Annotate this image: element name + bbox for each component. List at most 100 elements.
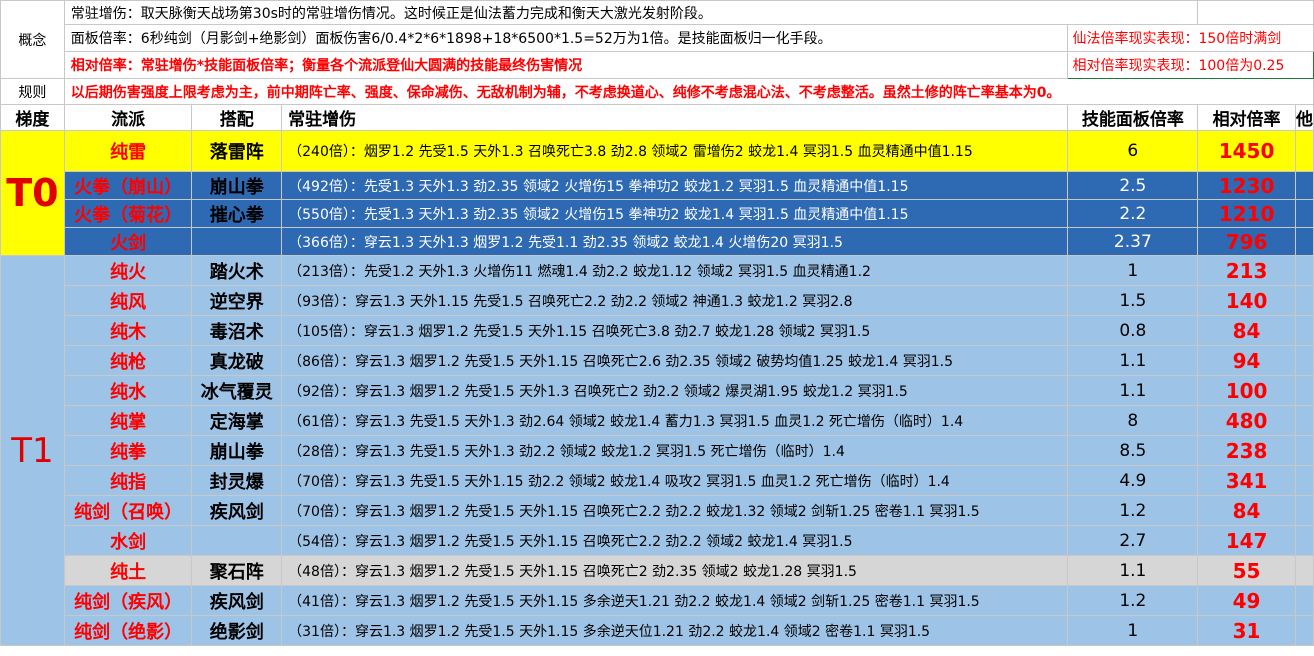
combo-cell[interactable]: 真龙破 bbox=[191, 345, 283, 376]
tier-t0[interactable]: T0 bbox=[0, 130, 65, 256]
skill-ratio-cell[interactable]: 1.1 bbox=[1067, 555, 1199, 586]
header-extra[interactable]: 他 bbox=[1294, 104, 1314, 131]
sect-cell[interactable]: 纯木 bbox=[63, 315, 193, 346]
relative-ratio-cell[interactable]: 140 bbox=[1197, 285, 1296, 316]
buff-cell[interactable]: （213倍）：先受1.2 天外1.3 火增伤11 燃魂1.4 劲2.2 蛟龙1.… bbox=[281, 255, 1069, 286]
extra-cell[interactable] bbox=[1294, 585, 1314, 616]
skill-ratio-cell[interactable]: 8 bbox=[1067, 405, 1199, 436]
combo-cell[interactable]: 落雷阵 bbox=[191, 130, 283, 172]
buff-cell[interactable]: （31倍）：穿云1.3 烟罗1.2 先受1.5 天外1.15 多余逆天位1.21… bbox=[281, 615, 1069, 646]
sect-cell[interactable]: 纯雷 bbox=[63, 130, 193, 172]
extra-cell[interactable] bbox=[1294, 199, 1314, 228]
buff-cell[interactable]: （28倍）：穿云1.3 先受1.5 天外1.3 劲2.2 领域2 蛟龙1.2 冥… bbox=[281, 435, 1069, 466]
extra-cell[interactable] bbox=[1294, 525, 1314, 556]
skill-ratio-cell[interactable]: 0.8 bbox=[1067, 315, 1199, 346]
relative-ratio-cell[interactable]: 100 bbox=[1197, 375, 1296, 406]
extra-cell[interactable] bbox=[1294, 555, 1314, 586]
combo-cell[interactable]: 摧心拳 bbox=[191, 199, 283, 228]
concept-line-2[interactable]: 面板倍率：6秒纯剑（月影剑+绝影剑）面板伤害6/0.4*2*6*1898+18*… bbox=[63, 24, 1069, 52]
note-relative-ratio[interactable]: 相对倍率现实表现：100倍为0.25 bbox=[1067, 51, 1314, 79]
header-sect[interactable]: 流派 bbox=[63, 104, 193, 131]
concept-line-3[interactable]: 相对倍率：常驻增伤*技能面板倍率；衡量各个流派登仙大圆满的技能最终伤害情况 bbox=[63, 51, 1069, 79]
buff-cell[interactable]: （86倍）：穿云1.3 烟罗1.2 先受1.5 天外1.15 召唤死亡2.6 劲… bbox=[281, 345, 1069, 376]
extra-cell[interactable] bbox=[1294, 315, 1314, 346]
combo-cell[interactable]: 踏火术 bbox=[191, 255, 283, 286]
extra-cell[interactable] bbox=[1294, 171, 1314, 200]
relative-ratio-cell[interactable]: 55 bbox=[1197, 555, 1296, 586]
sect-cell[interactable]: 纯剑（绝影） bbox=[63, 615, 193, 646]
sect-cell[interactable]: 纯火 bbox=[63, 255, 193, 286]
buff-cell[interactable]: （70倍）：穿云1.3 烟罗1.2 先受1.5 天外1.15 召唤死亡2.2 劲… bbox=[281, 495, 1069, 526]
extra-cell[interactable] bbox=[1294, 465, 1314, 496]
skill-ratio-cell[interactable]: 1.1 bbox=[1067, 345, 1199, 376]
combo-cell[interactable]: 崩山拳 bbox=[191, 435, 283, 466]
extra-cell[interactable] bbox=[1294, 227, 1314, 256]
skill-ratio-cell[interactable]: 1.2 bbox=[1067, 495, 1199, 526]
extra-cell[interactable] bbox=[1294, 375, 1314, 406]
extra-cell[interactable] bbox=[1294, 285, 1314, 316]
combo-cell[interactable]: 绝影剑 bbox=[191, 615, 283, 646]
skill-ratio-cell[interactable]: 2.5 bbox=[1067, 171, 1199, 200]
combo-cell[interactable]: 定海掌 bbox=[191, 405, 283, 436]
sect-cell[interactable]: 纯剑（疾风） bbox=[63, 585, 193, 616]
blank-cell[interactable] bbox=[1197, 0, 1314, 25]
buff-cell[interactable]: （41倍）：穿云1.3 烟罗1.2 先受1.5 天外1.15 多余逆天1.21 … bbox=[281, 585, 1069, 616]
combo-cell[interactable]: 疾风剑 bbox=[191, 495, 283, 526]
skill-ratio-cell[interactable]: 6 bbox=[1067, 130, 1199, 172]
buff-cell[interactable]: （93倍）：穿云1.3 天外1.15 先受1.5 召唤死亡2.2 劲2.2 领域… bbox=[281, 285, 1069, 316]
extra-cell[interactable] bbox=[1294, 255, 1314, 286]
note-immortal-ratio[interactable]: 仙法倍率现实表现：150倍时满剑 bbox=[1067, 24, 1314, 52]
skill-ratio-cell[interactable]: 1 bbox=[1067, 615, 1199, 646]
buff-cell[interactable]: （240倍）：烟罗1.2 先受1.5 天外1.3 召唤死亡3.8 劲2.8 领域… bbox=[281, 130, 1069, 172]
skill-ratio-cell[interactable]: 1.5 bbox=[1067, 285, 1199, 316]
sect-cell[interactable]: 火拳（菊花） bbox=[63, 199, 193, 228]
header-skill[interactable]: 技能面板倍率 bbox=[1067, 104, 1199, 131]
extra-cell[interactable] bbox=[1294, 495, 1314, 526]
relative-ratio-cell[interactable]: 480 bbox=[1197, 405, 1296, 436]
relative-ratio-cell[interactable]: 1230 bbox=[1197, 171, 1296, 200]
sect-cell[interactable]: 纯水 bbox=[63, 375, 193, 406]
extra-cell[interactable] bbox=[1294, 615, 1314, 646]
concept-label[interactable]: 概念 bbox=[0, 0, 65, 79]
combo-cell[interactable]: 冰气覆灵 bbox=[191, 375, 283, 406]
relative-ratio-cell[interactable]: 1210 bbox=[1197, 199, 1296, 228]
sect-cell[interactable]: 纯风 bbox=[63, 285, 193, 316]
sect-cell[interactable]: 纯枪 bbox=[63, 345, 193, 376]
sect-cell[interactable]: 水剑 bbox=[63, 525, 193, 556]
rules-label[interactable]: 规则 bbox=[0, 78, 65, 105]
skill-ratio-cell[interactable]: 1 bbox=[1067, 255, 1199, 286]
relative-ratio-cell[interactable]: 84 bbox=[1197, 315, 1296, 346]
skill-ratio-cell[interactable]: 2.2 bbox=[1067, 199, 1199, 228]
combo-cell[interactable] bbox=[191, 227, 283, 256]
header-relative[interactable]: 相对倍率 bbox=[1197, 104, 1296, 131]
combo-cell[interactable]: 逆空界 bbox=[191, 285, 283, 316]
extra-cell[interactable] bbox=[1294, 345, 1314, 376]
buff-cell[interactable]: （492倍）：先受1.3 天外1.3 劲2.35 领域2 火增伤15 拳神功2 … bbox=[281, 171, 1069, 200]
skill-ratio-cell[interactable]: 1.2 bbox=[1067, 585, 1199, 616]
skill-ratio-cell[interactable]: 8.5 bbox=[1067, 435, 1199, 466]
sect-cell[interactable]: 纯掌 bbox=[63, 405, 193, 436]
header-buff[interactable]: 常驻增伤 bbox=[281, 104, 1069, 131]
combo-cell[interactable]: 疾风剑 bbox=[191, 585, 283, 616]
skill-ratio-cell[interactable]: 1.1 bbox=[1067, 375, 1199, 406]
relative-ratio-cell[interactable]: 341 bbox=[1197, 465, 1296, 496]
concept-line-1[interactable]: 常驻增伤：取天脉衡天战场第30s时的常驻增伤情况。这时候正是仙法蓄力完成和衡天大… bbox=[63, 0, 1199, 25]
relative-ratio-cell[interactable]: 238 bbox=[1197, 435, 1296, 466]
sect-cell[interactable]: 纯土 bbox=[63, 555, 193, 586]
relative-ratio-cell[interactable]: 84 bbox=[1197, 495, 1296, 526]
buff-cell[interactable]: （70倍）：穿云1.3 先受1.5 天外1.15 劲2.2 领域2 蛟龙1.4 … bbox=[281, 465, 1069, 496]
combo-cell[interactable]: 崩山拳 bbox=[191, 171, 283, 200]
extra-cell[interactable] bbox=[1294, 435, 1314, 466]
extra-cell[interactable] bbox=[1294, 130, 1314, 172]
sect-cell[interactable]: 纯剑（召唤） bbox=[63, 495, 193, 526]
sect-cell[interactable]: 火剑 bbox=[63, 227, 193, 256]
sect-cell[interactable]: 火拳（崩山） bbox=[63, 171, 193, 200]
rules-text[interactable]: 以后期伤害强度上限考虑为主，前中期阵亡率、强度、保命减伤、无敌机制为辅，不考虑换… bbox=[63, 78, 1314, 105]
sect-cell[interactable]: 纯拳 bbox=[63, 435, 193, 466]
buff-cell[interactable]: （92倍）：穿云1.3 烟罗1.2 先受1.5 天外1.3 召唤死亡2 劲2.2… bbox=[281, 375, 1069, 406]
relative-ratio-cell[interactable]: 31 bbox=[1197, 615, 1296, 646]
relative-ratio-cell[interactable]: 213 bbox=[1197, 255, 1296, 286]
extra-cell[interactable] bbox=[1294, 405, 1314, 436]
combo-cell[interactable]: 聚石阵 bbox=[191, 555, 283, 586]
buff-cell[interactable]: （61倍）：穿云1.3 先受1.5 天外1.3 劲2.64 领域2 蛟龙1.4 … bbox=[281, 405, 1069, 436]
